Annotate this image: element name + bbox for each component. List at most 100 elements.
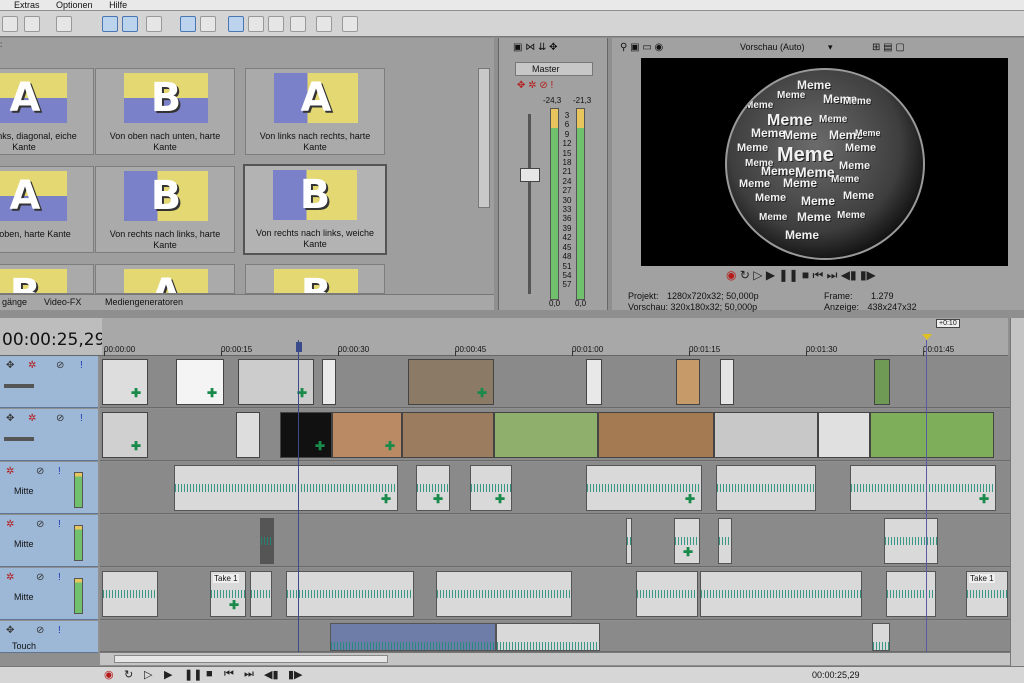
timeline-hscroll[interactable] xyxy=(100,652,1010,665)
audio-clip[interactable] xyxy=(886,571,936,617)
pause-icon[interactable]: ❚❚ xyxy=(184,668,202,681)
help-pointer-icon[interactable] xyxy=(342,16,358,32)
mute-icon[interactable]: ⊘ xyxy=(36,572,44,583)
video-clip[interactable]: ✚ xyxy=(280,412,332,458)
solo-icon[interactable]: ! xyxy=(58,625,61,636)
track-fx-icon[interactable]: ✲ xyxy=(28,360,36,371)
audio-clip[interactable] xyxy=(330,623,496,651)
transition-tile[interactable]: B Von rechts nach links, harte Kante xyxy=(95,166,235,253)
mute-icon[interactable]: ⊘ xyxy=(36,466,44,477)
transition-tile[interactable]: A nach links, diagonal, eiche Kante xyxy=(0,68,94,155)
solo-icon[interactable]: ! xyxy=(80,360,83,371)
zoom-tool-icon[interactable] xyxy=(290,16,306,32)
track-fx-icon[interactable]: ✲ xyxy=(6,572,14,583)
audio-track-header[interactable]: ✲ ⊘ ! Mitte xyxy=(0,568,98,620)
audio-lane-1[interactable]: ✚ ✚ ✚ ✚ ✚ xyxy=(100,462,1010,514)
pause-icon[interactable]: ❚❚ xyxy=(778,268,798,282)
audio-clip[interactable] xyxy=(260,518,274,564)
tab-video-fx[interactable]: Video-FX xyxy=(44,297,81,307)
solo-icon[interactable]: ! xyxy=(58,519,61,530)
preview-quality-select[interactable]: Vorschau (Auto) xyxy=(740,42,805,52)
undo-icon[interactable] xyxy=(24,16,40,32)
audio-track-header[interactable]: ✲ ⊘ ! Mitte xyxy=(0,515,98,567)
video-clip[interactable] xyxy=(236,412,260,458)
solo-icon[interactable]: ! xyxy=(58,572,61,583)
audio-clip[interactable]: ✚ xyxy=(174,465,398,511)
play-icon[interactable]: ▶ xyxy=(766,268,775,282)
opacity-slider[interactable] xyxy=(4,437,34,441)
video-clip[interactable]: ✚ xyxy=(102,359,148,405)
solo-icon[interactable]: ! xyxy=(58,466,61,477)
audio-lane-3[interactable]: Take 1 ✚ Take 1 xyxy=(100,568,1010,620)
master-fx-icon[interactable]: ✥ ✲ ⊘ ! xyxy=(517,80,553,91)
video-clip[interactable] xyxy=(494,412,598,458)
track-motion-icon[interactable]: ✥ xyxy=(6,360,14,371)
video-clip[interactable]: ✚ xyxy=(332,412,402,458)
audio-lane-2[interactable]: ✚ xyxy=(100,515,1010,567)
menu-extras[interactable]: Extras xyxy=(14,0,40,10)
prev-frame-icon[interactable]: ◀▮ xyxy=(264,668,279,681)
loop-marker-icon[interactable] xyxy=(922,334,932,340)
audio-clip[interactable]: ✚ xyxy=(470,465,512,511)
mute-icon[interactable]: ⊘ xyxy=(36,625,44,636)
mute-icon[interactable]: ⊘ xyxy=(56,360,64,371)
stop-icon[interactable]: ■ xyxy=(206,668,213,680)
go-end-icon[interactable]: ⏭ xyxy=(827,268,838,282)
crossfade-icon[interactable] xyxy=(180,16,196,32)
audio-clip[interactable] xyxy=(716,465,816,511)
master-fader-knob[interactable] xyxy=(520,168,540,182)
properties-icon[interactable] xyxy=(316,16,332,32)
transition-tile[interactable]: B xyxy=(0,264,94,294)
snap-icon[interactable] xyxy=(102,16,118,32)
auto-ripple-icon[interactable] xyxy=(122,16,138,32)
audio-lane-4[interactable] xyxy=(100,621,1010,652)
tab-mediengeneratoren[interactable]: Mediengeneratoren xyxy=(105,297,183,307)
video-clip[interactable] xyxy=(870,412,994,458)
mute-icon[interactable]: ⊘ xyxy=(56,413,64,424)
hscroll-thumb[interactable] xyxy=(114,655,388,663)
go-start-icon[interactable]: ⏮ xyxy=(812,268,823,282)
mute-icon[interactable]: ⊘ xyxy=(36,519,44,530)
track-fx-icon[interactable]: ✲ xyxy=(6,519,14,530)
opacity-slider[interactable] xyxy=(4,384,34,388)
video-clip[interactable]: ✚ xyxy=(102,412,148,458)
audio-clip[interactable] xyxy=(286,571,414,617)
audio-clip[interactable] xyxy=(250,571,272,617)
video-clip[interactable] xyxy=(586,359,602,405)
transition-tile[interactable]: A xyxy=(95,264,235,294)
video-clip[interactable]: ✚ xyxy=(176,359,224,405)
audio-clip[interactable]: ✚ xyxy=(850,465,996,511)
audio-clip[interactable]: ✚ xyxy=(416,465,450,511)
chevron-down-icon[interactable]: ▾ xyxy=(828,42,833,53)
audio-track-header[interactable]: ✲ ⊘ ! Mitte xyxy=(0,462,98,514)
play-icon[interactable]: ▶ xyxy=(164,668,172,681)
tab-uebergaenge[interactable]: gänge xyxy=(2,297,27,307)
video-clip[interactable] xyxy=(874,359,890,405)
audio-clip[interactable] xyxy=(626,518,632,564)
audio-clip[interactable] xyxy=(700,571,862,617)
video-clip[interactable]: ✚ xyxy=(408,359,494,405)
transition-tile[interactable]: B Von oben nach unten, harte Kante xyxy=(95,68,235,155)
playhead-cursor[interactable] xyxy=(298,340,299,652)
audio-clip[interactable] xyxy=(436,571,572,617)
record-icon[interactable]: ◉ xyxy=(104,668,114,681)
transition-tile[interactable]: A nach oben, harte Kante xyxy=(0,166,94,253)
menu-optionen[interactable]: Optionen xyxy=(56,0,93,10)
next-frame-icon[interactable]: ▮▶ xyxy=(860,268,876,282)
video-clip[interactable] xyxy=(818,412,870,458)
envelope-tool-icon[interactable] xyxy=(248,16,264,32)
stop-icon[interactable]: ■ xyxy=(802,268,809,282)
audio-clip[interactable]: Take 1 ✚ xyxy=(210,571,246,617)
track-fx-icon[interactable]: ✲ xyxy=(6,466,14,477)
audio-clip[interactable] xyxy=(102,571,158,617)
audio-track-header[interactable]: ✥ ⊘ ! Touch xyxy=(0,621,98,653)
video-track-header[interactable]: ✥ ✲ ⊘ ! xyxy=(0,409,98,461)
transition-tile-selected[interactable]: B Von rechts nach links, weiche Kante xyxy=(243,164,387,255)
go-end-icon[interactable]: ⏭ xyxy=(244,668,254,681)
loop-icon[interactable]: ↻ xyxy=(124,668,133,681)
video-clip[interactable] xyxy=(598,412,714,458)
video-track-header[interactable]: ✥ ✲ ⊘ ! xyxy=(0,356,98,408)
audio-clip[interactable] xyxy=(718,518,732,564)
lock-envelope-icon[interactable] xyxy=(146,16,162,32)
audio-clip[interactable] xyxy=(636,571,698,617)
